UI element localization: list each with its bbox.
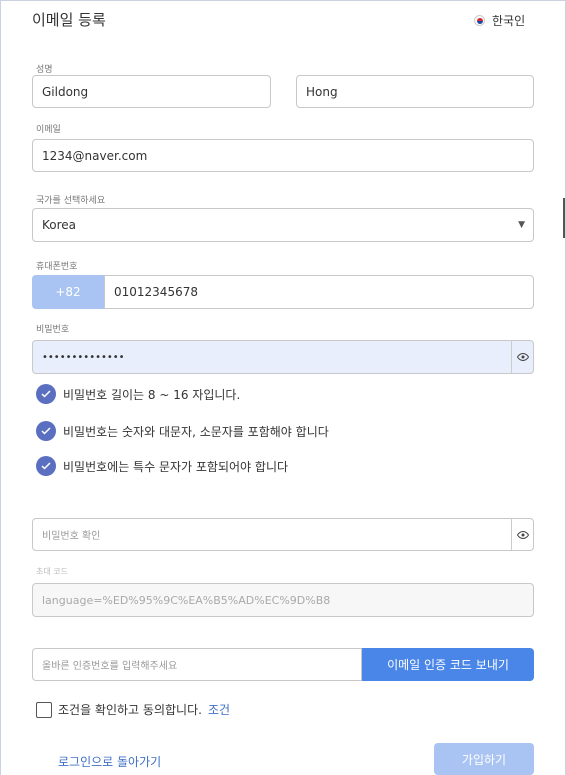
terms-text: 조건을 확인하고 동의합니다. bbox=[58, 703, 202, 717]
confirm-password-input[interactable]: 비밀번호 확인 bbox=[32, 518, 534, 551]
password-rule-special: 비밀번호에는 특수 문자가 포함되어야 합니다 bbox=[36, 456, 288, 476]
password-rule-length: 비밀번호 길이는 8 ~ 16 자입니다. bbox=[36, 384, 240, 404]
back-to-login-link[interactable]: 로그인으로 돌아가기 bbox=[58, 753, 161, 770]
email-label: 이메일 bbox=[36, 125, 61, 135]
chevron-down-icon: ▼ bbox=[518, 220, 525, 230]
send-code-button[interactable]: 이메일 인증 코드 보내기 bbox=[362, 648, 534, 681]
confirm-password-placeholder: 비밀번호 확인 bbox=[42, 531, 101, 542]
country-code-prefix[interactable]: +82 bbox=[32, 275, 104, 309]
korea-flag-icon bbox=[474, 15, 485, 26]
country-value: Korea bbox=[42, 218, 77, 232]
name-label: 성명 bbox=[36, 65, 53, 75]
rule-text: 비밀번호 길이는 8 ~ 16 자입니다. bbox=[63, 387, 241, 402]
rule-text: 비밀번호는 숫자와 대문자, 소문자를 포함해야 합니다 bbox=[63, 424, 329, 439]
email-input[interactable]: 1234@naver.com bbox=[32, 139, 534, 172]
check-circle-icon bbox=[36, 384, 56, 404]
signup-button[interactable]: 가입하기 bbox=[434, 743, 534, 775]
last-name-input[interactable]: Hong bbox=[296, 75, 534, 108]
page-title: 이메일 등록 bbox=[32, 11, 106, 29]
invite-code-label: 초대 코드 bbox=[36, 567, 68, 576]
country-label: 국가를 선택하세요 bbox=[36, 196, 106, 206]
check-circle-icon bbox=[36, 456, 56, 476]
phone-label: 휴대폰번호 bbox=[36, 262, 78, 272]
show-password-toggle[interactable] bbox=[511, 341, 533, 373]
first-name-input[interactable]: Gildong bbox=[32, 75, 271, 108]
country-select[interactable]: Korea ▼ bbox=[32, 208, 534, 242]
password-label: 비밀번호 bbox=[36, 325, 70, 335]
terms-link[interactable]: 조건 bbox=[208, 701, 230, 718]
phone-input[interactable]: 01012345678 bbox=[104, 275, 534, 309]
language-selector[interactable]: 한국인 bbox=[474, 12, 525, 29]
show-confirm-password-toggle[interactable] bbox=[511, 519, 533, 550]
password-input[interactable]: •••••••••••••• bbox=[32, 340, 534, 374]
language-label: 한국인 bbox=[492, 14, 526, 28]
eye-icon bbox=[516, 530, 529, 539]
rule-text: 비밀번호에는 특수 문자가 포함되어야 합니다 bbox=[63, 459, 289, 474]
eye-icon bbox=[516, 352, 529, 362]
terms-agreement[interactable]: 조건을 확인하고 동의합니다. 조건 bbox=[36, 701, 230, 718]
password-rule-characters: 비밀번호는 숫자와 대문자, 소문자를 포함해야 합니다 bbox=[36, 421, 329, 441]
scrollbar-thumb[interactable] bbox=[563, 198, 565, 238]
password-value: •••••••••••••• bbox=[42, 351, 125, 363]
invite-code-input: language=%ED%95%9C%EA%B5%AD%EC%9D%B8 bbox=[32, 583, 534, 617]
terms-checkbox[interactable] bbox=[36, 701, 52, 718]
verification-code-input[interactable]: 올바른 인증번호를 입력해주세요 bbox=[32, 648, 362, 681]
check-circle-icon bbox=[36, 421, 56, 441]
